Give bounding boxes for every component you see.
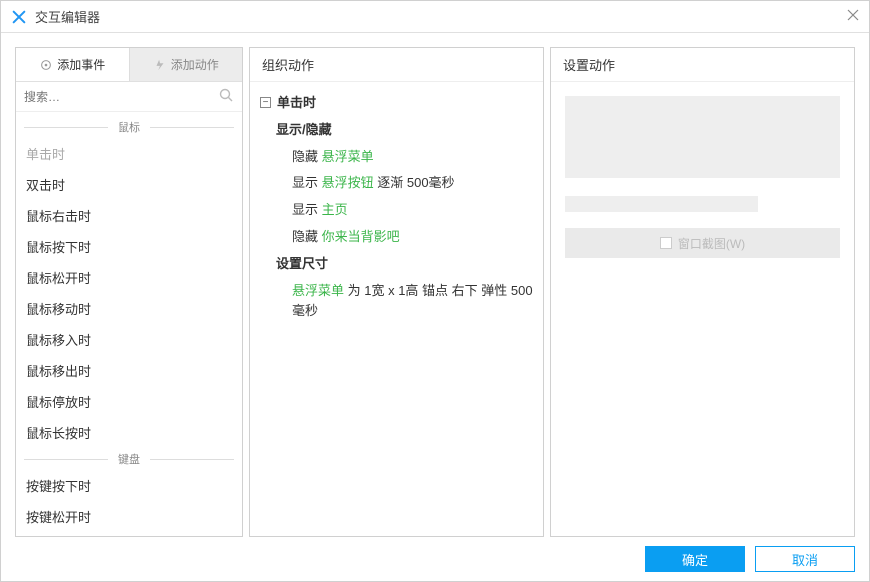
section-header-mouse: 鼠标	[16, 116, 242, 138]
action-icon	[153, 58, 167, 72]
event-item[interactable]: 鼠标移动时	[16, 293, 242, 324]
section-header-combo: 组合	[16, 532, 242, 536]
event-item[interactable]: 鼠标松开时	[16, 262, 242, 293]
tree-group-row[interactable]: 显示/隐藏	[260, 117, 533, 144]
event-item[interactable]: 鼠标长按时	[16, 417, 242, 448]
disabled-option-label: 窗口截图(W)	[678, 235, 745, 252]
placeholder-line	[565, 196, 758, 212]
event-item[interactable]: 鼠标移入时	[16, 324, 242, 355]
dialog-body: 添加事件 添加动作 鼠标 单击时 双击时 鼠标右击时 鼠标按下时 鼠标松开时	[1, 33, 869, 537]
event-list: 鼠标 单击时 双击时 鼠标右击时 鼠标按下时 鼠标松开时 鼠标移动时 鼠标移入时…	[16, 112, 242, 536]
tree-action-row[interactable]: 隐藏 你来当背影吧	[260, 224, 533, 251]
tab-add-action[interactable]: 添加动作	[129, 48, 243, 81]
tab-add-action-label: 添加动作	[171, 56, 219, 73]
left-tabs: 添加事件 添加动作	[16, 48, 242, 82]
tree-action-row[interactable]: 隐藏 悬浮菜单	[260, 144, 533, 171]
event-item[interactable]: 按键松开时	[16, 501, 242, 532]
titlebar: 交互编辑器	[1, 1, 869, 33]
checkbox-icon	[660, 237, 672, 249]
event-item[interactable]: 单击时	[16, 138, 242, 169]
search-input[interactable]	[24, 90, 218, 104]
tree-action-row[interactable]: 悬浮菜单 为 1宽 x 1高 锚点 右下 弹性 500毫秒	[260, 278, 533, 326]
event-item[interactable]: 鼠标右击时	[16, 200, 242, 231]
search-icon[interactable]	[218, 87, 234, 106]
tree-action-row[interactable]: 显示 主页	[260, 197, 533, 224]
settings-content: 窗口截图(W)	[551, 82, 854, 536]
search-row	[16, 82, 242, 112]
event-item[interactable]: 鼠标停放时	[16, 386, 242, 417]
window-title: 交互编辑器	[35, 7, 847, 26]
tree-group-row[interactable]: 设置尺寸	[260, 251, 533, 278]
placeholder-block	[565, 96, 840, 178]
ok-button[interactable]: 确定	[645, 546, 745, 572]
close-icon	[847, 9, 859, 21]
dialog-footer: 确定 取消	[1, 537, 869, 581]
event-item[interactable]: 鼠标移出时	[16, 355, 242, 386]
action-tree: − 单击时 显示/隐藏 隐藏 悬浮菜单 显示 悬浮按钮 逐渐 500毫秒 显示 …	[250, 82, 543, 536]
collapse-icon[interactable]: −	[260, 97, 271, 108]
close-button[interactable]	[847, 9, 859, 24]
tab-add-event[interactable]: 添加事件	[16, 48, 129, 81]
actions-panel: 组织动作 − 单击时 显示/隐藏 隐藏 悬浮菜单 显示 悬浮按钮 逐渐 500毫…	[249, 47, 544, 537]
events-panel: 添加事件 添加动作 鼠标 单击时 双击时 鼠标右击时 鼠标按下时 鼠标松开时	[15, 47, 243, 537]
settings-panel: 设置动作 窗口截图(W)	[550, 47, 855, 537]
tree-event-row[interactable]: − 单击时	[260, 90, 533, 117]
event-item[interactable]: 鼠标按下时	[16, 231, 242, 262]
section-header-keyboard: 键盘	[16, 448, 242, 470]
event-item[interactable]: 按键按下时	[16, 470, 242, 501]
tree-action-row[interactable]: 显示 悬浮按钮 逐渐 500毫秒	[260, 170, 533, 197]
cancel-button[interactable]: 取消	[755, 546, 855, 572]
dialog-window: 交互编辑器 添加事件 添加动作	[0, 0, 870, 582]
actions-panel-header: 组织动作	[250, 48, 543, 82]
disabled-option-row: 窗口截图(W)	[565, 228, 840, 258]
settings-panel-header: 设置动作	[551, 48, 854, 82]
event-item[interactable]: 双击时	[16, 169, 242, 200]
event-icon	[39, 58, 53, 72]
tab-add-event-label: 添加事件	[57, 56, 105, 73]
app-logo-icon	[11, 9, 27, 25]
